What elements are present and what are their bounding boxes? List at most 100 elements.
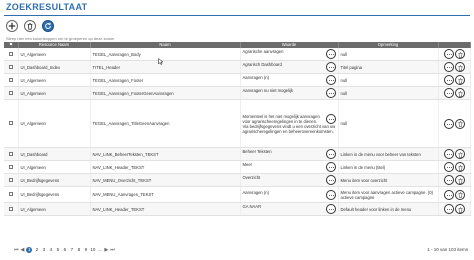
delete-row-button[interactable]: [454, 149, 465, 159]
more-options-button[interactable]: [443, 149, 454, 159]
row-select-cell[interactable]: [4, 160, 19, 174]
page-title: ZOEKRESULTAAT: [6, 2, 88, 12]
next-page-icon[interactable]: ▶: [104, 247, 108, 253]
table-row[interactable]: UI_Algemeen NAV_LINK_Header_TEKST GA NAAR D…: [4, 202, 471, 216]
delete-row-button[interactable]: [454, 62, 465, 72]
last-page-icon[interactable]: ⏭: [110, 247, 115, 253]
cell-resource: UI_Algemeen: [18, 160, 91, 174]
cell-opmerking: null: [338, 48, 439, 61]
row-checkbox[interactable]: [8, 121, 13, 125]
edit-value-button[interactable]: [325, 62, 336, 72]
row-checkbox[interactable]: [8, 51, 13, 56]
row-select-cell[interactable]: [4, 48, 19, 61]
table-row[interactable]: UI_Bedrijfsgegevens NAV_MENU_Aanvragen_TE…: [4, 186, 471, 203]
edit-value-button[interactable]: [325, 75, 336, 85]
page-link[interactable]: 6: [62, 247, 67, 253]
row-checkbox[interactable]: [8, 192, 13, 196]
cell-resource: UI_Dashboard: [18, 147, 91, 161]
delete-row-button[interactable]: [454, 75, 465, 85]
edit-value-button[interactable]: [325, 149, 336, 159]
edit-value-button[interactable]: [325, 88, 336, 98]
page-link[interactable]: 5: [55, 247, 60, 253]
delete-row-button[interactable]: [454, 49, 465, 59]
cell-opmerking: Menu item voor aanvragen actieve campagn…: [338, 186, 439, 203]
more-options-button[interactable]: [443, 204, 454, 214]
cell-opmerking: null: [338, 73, 439, 87]
cell-waarde-text: GA NAAR: [242, 204, 262, 209]
delete-selected-button[interactable]: [24, 20, 36, 32]
table-row[interactable]: UI_Dashboard NAV_LINK_BeheerTeksten_TEKST…: [4, 147, 471, 161]
refresh-button[interactable]: [42, 20, 54, 32]
page-link[interactable]: 1: [26, 247, 33, 253]
more-options-button[interactable]: [443, 62, 454, 72]
trash-icon: [27, 23, 33, 30]
edit-value-button[interactable]: [325, 175, 336, 185]
row-checkbox[interactable]: [8, 77, 13, 82]
delete-row-button[interactable]: [454, 88, 465, 98]
cell-naam: NAV_LINK_Header_TEKST: [90, 202, 241, 216]
row-select-cell[interactable]: [4, 186, 19, 203]
page-link[interactable]: 2: [34, 247, 39, 253]
cell-opmerking: Default header voor linken in de menu: [338, 202, 439, 216]
edit-value-button[interactable]: [325, 113, 336, 124]
more-options-button[interactable]: [443, 88, 454, 98]
more-options-button[interactable]: [443, 118, 454, 129]
edit-value-button[interactable]: [325, 49, 336, 59]
row-select-cell[interactable]: [4, 60, 19, 74]
trash-icon: [458, 91, 462, 97]
delete-row-button[interactable]: [454, 118, 465, 129]
cell-naam: TEGEL_Aanvragen_Footer: [90, 73, 241, 87]
mouse-cursor-icon: [158, 58, 163, 65]
row-checkbox[interactable]: [8, 164, 13, 169]
row-select-cell[interactable]: [4, 99, 19, 148]
edit-value-button[interactable]: [325, 162, 336, 172]
table-row[interactable]: UI_Bedrijfsgegevens NAV_MENU_Overzicht_TE…: [4, 173, 471, 187]
delete-row-button[interactable]: [454, 162, 465, 172]
table-row[interactable]: UI_Algemeen NAV_LINK_Header_TEKST Meer Link…: [4, 160, 471, 174]
cell-naam: NAV_MENU_Aanvragen_TEKST: [90, 186, 241, 203]
table-row[interactable]: UI_Algemeen TEGEL_Aanvragen_TitleGeenAanv…: [4, 99, 471, 148]
cell-opmerking: Linken in de menu voor beheer van tekste…: [338, 147, 439, 161]
row-checkbox[interactable]: [8, 90, 13, 95]
edit-value-button[interactable]: [325, 204, 336, 214]
edit-value-button[interactable]: [325, 189, 336, 200]
page-link[interactable]: 4: [48, 247, 53, 253]
row-select-cell[interactable]: [4, 86, 19, 100]
cell-waarde: Agrarisch Dashboard: [240, 60, 339, 74]
page-link[interactable]: 9: [83, 247, 88, 253]
plus-icon: [8, 22, 16, 30]
row-checkbox[interactable]: [8, 151, 13, 156]
page-link[interactable]: 7: [69, 247, 74, 253]
row-select-cell[interactable]: [4, 173, 19, 187]
first-page-icon[interactable]: ⏮: [14, 247, 19, 253]
table-row[interactable]: UI_Dashboard_Index TITEL_Header Agrarisch …: [4, 60, 471, 74]
more-options-button[interactable]: [443, 189, 454, 200]
row-checkbox[interactable]: [8, 177, 13, 182]
pagination: ⏮ ◀ 1 2 3 4 5 6 7 8 9 10... ▶ ⏭ 1 - 10 van 103 item…: [4, 245, 470, 255]
page-link[interactable]: 10: [90, 247, 95, 253]
more-options-button[interactable]: [443, 162, 454, 172]
table-row[interactable]: UI_Algemeen TEGEL_Aanvragen_Body Agrarisch…: [4, 48, 471, 61]
add-button[interactable]: [6, 20, 18, 32]
page-link[interactable]: 3: [41, 247, 46, 253]
table-row[interactable]: UI_Algemeen TEGEL_Aanvragen_FooterGeenAan…: [4, 86, 471, 100]
row-checkbox[interactable]: [8, 206, 13, 211]
row-select-cell[interactable]: [4, 73, 19, 87]
row-select-cell[interactable]: [4, 202, 19, 216]
trash-icon: [458, 121, 462, 127]
group-hint: Sleep hier een kolomkoppen om te groeper…: [6, 36, 115, 41]
delete-row-button[interactable]: [454, 175, 465, 185]
row-checkbox[interactable]: [8, 64, 13, 69]
page-link[interactable]: 8: [76, 247, 81, 253]
page-link[interactable]: ...: [97, 247, 102, 253]
delete-row-button[interactable]: [454, 189, 465, 200]
table-row[interactable]: UI_Algemeen TEGEL_Aanvragen_Footer Aanvrag…: [4, 73, 471, 87]
more-options-button[interactable]: [443, 49, 454, 59]
row-select-cell[interactable]: [4, 147, 19, 161]
more-options-button[interactable]: [443, 175, 454, 185]
delete-row-button[interactable]: [454, 204, 465, 214]
cell-resource: UI_Bedrijfsgegevens: [18, 173, 91, 187]
more-options-button[interactable]: [443, 75, 454, 85]
select-all-checkbox[interactable]: [8, 42, 13, 46]
prev-page-icon[interactable]: ◀: [21, 247, 25, 253]
